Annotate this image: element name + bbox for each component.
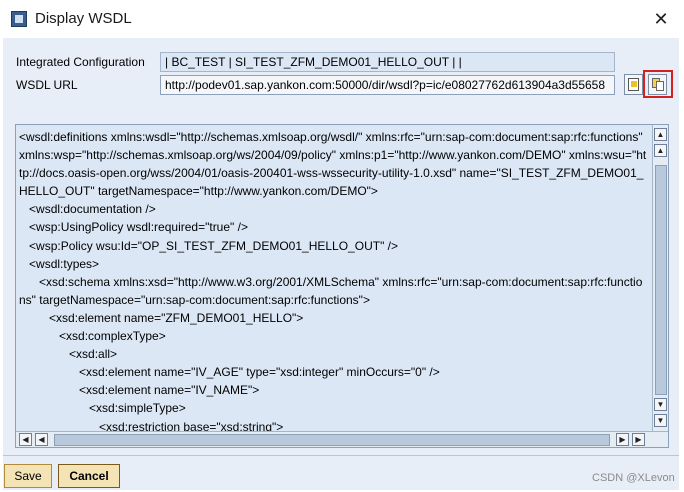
copy-url-button[interactable] [648, 74, 667, 95]
window-title: Display WSDL [35, 10, 132, 27]
vertical-scroll-thumb[interactable] [655, 165, 667, 395]
scroll-bottom-icon[interactable]: ▼ [654, 414, 667, 427]
app-icon [11, 11, 27, 27]
scroll-first-icon[interactable]: ◀ [19, 433, 32, 446]
wsdl-editor[interactable]: <wsdl:definitions xmlns:wsdl="http://sch… [15, 124, 669, 448]
cancel-button[interactable]: Cancel [58, 464, 120, 488]
vertical-scrollbar[interactable]: ▲ ▲ ▼ ▼ [652, 125, 668, 431]
save-button[interactable]: Save [4, 464, 52, 488]
integrated-configuration-field: | BC_TEST | SI_TEST_ZFM_DEMO01_HELLO_OUT… [160, 52, 615, 72]
title-bar: Display WSDL ✕ [0, 0, 684, 38]
close-button[interactable]: ✕ [650, 8, 672, 30]
horizontal-scroll-thumb[interactable] [54, 434, 610, 446]
footer-separator [3, 455, 679, 456]
document-icon [628, 78, 639, 91]
horizontal-scrollbar[interactable]: ◀ ◀ ▶ ▶ [16, 431, 668, 447]
wsdl-url-field[interactable]: http://podev01.sap.yankon.com:50000/dir/… [160, 75, 615, 95]
copy-icon [652, 78, 664, 91]
watermark: CSDN @XLevon [592, 472, 675, 484]
scroll-left-icon[interactable]: ◀ [35, 433, 48, 446]
scroll-down-icon[interactable]: ▼ [654, 398, 667, 411]
display-document-button[interactable] [624, 74, 643, 95]
scroll-top-icon[interactable]: ▲ [654, 128, 667, 141]
integrated-configuration-label: Integrated Configuration [16, 55, 145, 69]
scroll-last-icon[interactable]: ▶ [632, 433, 645, 446]
wsdl-content: <wsdl:definitions xmlns:wsdl="http://sch… [19, 130, 647, 434]
scroll-right-icon[interactable]: ▶ [616, 433, 629, 446]
wsdl-url-label: WSDL URL [16, 78, 78, 92]
scroll-up-icon[interactable]: ▲ [654, 144, 667, 157]
